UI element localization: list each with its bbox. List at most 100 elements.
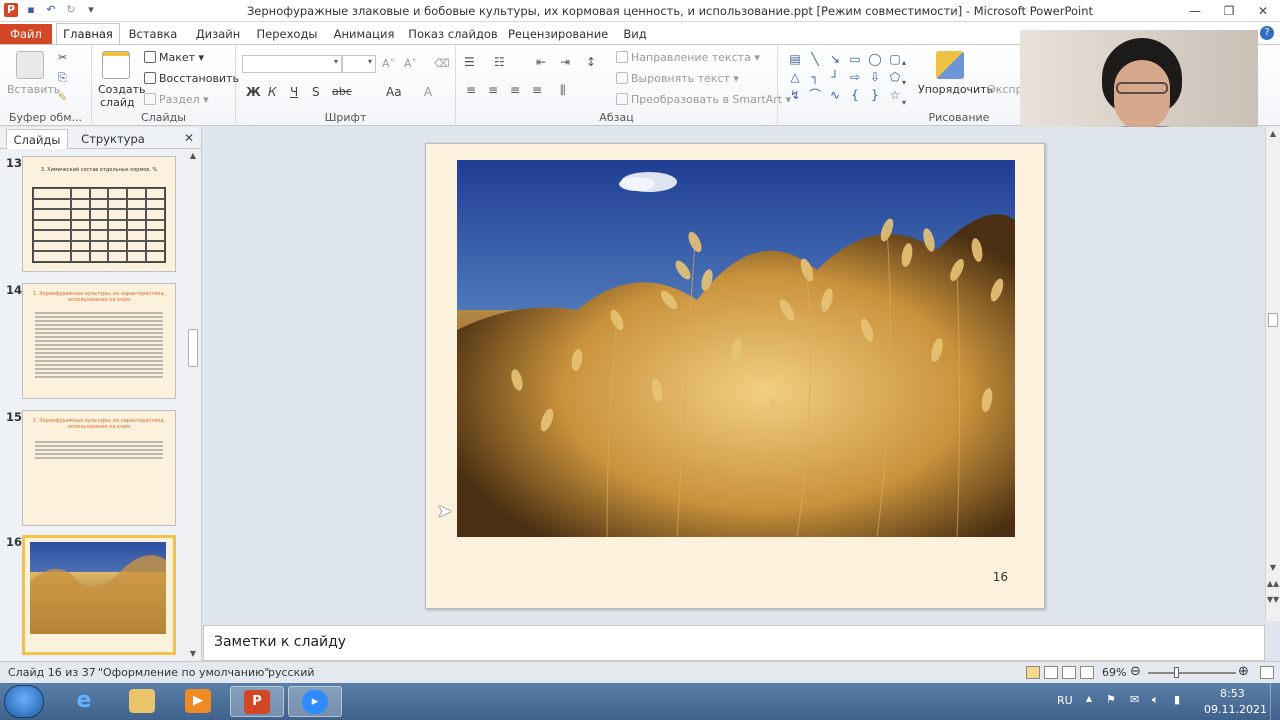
- customize-qat-icon[interactable]: ▾: [84, 3, 98, 17]
- font-name-select[interactable]: ▾: [242, 55, 342, 73]
- clock-time[interactable]: 8:53: [1220, 687, 1245, 700]
- oat-field-photo[interactable]: [457, 160, 1015, 537]
- arrange-icon[interactable]: [936, 51, 964, 79]
- right-arrow-shape-icon[interactable]: ⇨: [846, 69, 864, 85]
- align-right-icon[interactable]: ≡: [510, 83, 520, 97]
- down-arrow-shape-icon[interactable]: ⇩: [866, 69, 884, 85]
- language-indicator[interactable]: русский: [268, 666, 315, 679]
- taskbar-app-file-explorer[interactable]: [116, 686, 170, 717]
- shapes-gallery[interactable]: ▤ ╲ ↘ ▭ ◯ ▢ △ ┐ ┘ ⇨ ⇩ ⬠ ↯ ⌒ ∿{} ☆: [786, 51, 906, 103]
- close-panel-icon[interactable]: ✕: [184, 131, 194, 145]
- slide-thumbnail[interactable]: 1. Зернофуражные культуры, их характерис…: [22, 410, 176, 526]
- section-button[interactable]: Раздел ▾: [144, 93, 209, 106]
- clear-format-icon[interactable]: ⌫: [434, 57, 450, 70]
- new-slide-button[interactable]: Создать: [98, 83, 146, 96]
- new-slide-icon[interactable]: [102, 51, 130, 79]
- minimize-icon[interactable]: —: [1178, 0, 1212, 22]
- slideshow-view-icon[interactable]: [1080, 666, 1094, 679]
- show-desktop-button[interactable]: [1270, 683, 1280, 720]
- normal-view-icon[interactable]: [1026, 666, 1040, 679]
- lightning-shape-icon[interactable]: ↯: [786, 87, 804, 103]
- scroll-up-icon[interactable]: ▲: [186, 149, 200, 163]
- numbering-icon[interactable]: ☷: [494, 55, 505, 69]
- tab-design[interactable]: Дизайн: [190, 24, 246, 44]
- zoom-slider-knob[interactable]: [1174, 667, 1179, 678]
- undo-icon[interactable]: ↶: [44, 3, 58, 17]
- scrollbar-thumb[interactable]: [1268, 313, 1278, 327]
- left-brace-shape-icon[interactable]: {: [846, 87, 864, 103]
- tab-outline[interactable]: Структура: [76, 129, 150, 149]
- tray-volume-icon[interactable]: 🔈︎: [1152, 693, 1159, 707]
- shrink-font-icon[interactable]: A˅: [404, 57, 417, 70]
- new-slide-button-line2[interactable]: слайд: [100, 96, 135, 109]
- grow-font-icon[interactable]: A˄: [382, 57, 395, 70]
- shadow-button[interactable]: S: [312, 85, 320, 99]
- taskbar-app-media-player[interactable]: ▶: [172, 686, 226, 717]
- align-left-icon[interactable]: ≡: [466, 83, 476, 97]
- zoom-slider[interactable]: [1148, 672, 1236, 674]
- tray-signal-icon[interactable]: ▮: [1174, 693, 1180, 706]
- font-color-button[interactable]: А: [424, 85, 432, 99]
- zoom-in-icon[interactable]: ⊕: [1238, 664, 1249, 679]
- format-painter-icon[interactable]: ✎: [58, 91, 67, 104]
- slide-thumbnail-row[interactable]: 14 1. Зернофуражные культуры, их характе…: [0, 283, 186, 401]
- tab-transitions[interactable]: Переходы: [254, 24, 320, 44]
- notes-placeholder[interactable]: Заметки к слайду: [214, 634, 346, 650]
- copy-icon[interactable]: ⎘: [58, 71, 67, 85]
- fit-to-window-icon[interactable]: [1260, 666, 1274, 679]
- tab-home[interactable]: Главная: [56, 23, 120, 45]
- font-name-dropdown-icon[interactable]: ▾: [334, 57, 338, 66]
- font-size-select[interactable]: ▾: [342, 55, 376, 73]
- taskbar-app-internet-explorer[interactable]: e: [58, 686, 112, 717]
- elbow-arrow-shape-icon[interactable]: ┘: [826, 69, 844, 85]
- right-brace-shape-icon[interactable]: }: [866, 87, 884, 103]
- align-text-button[interactable]: Выровнять текст ▾: [616, 72, 739, 85]
- scroll-down-icon[interactable]: ▼: [1266, 563, 1280, 572]
- tab-slideshow[interactable]: Показ слайдов: [408, 24, 498, 44]
- tab-view[interactable]: Вид: [616, 24, 654, 44]
- underline-button[interactable]: Ч: [290, 85, 298, 99]
- slide-thumbnail[interactable]: 3. Химический состав отдельных кормов, %: [22, 156, 176, 272]
- change-case-button[interactable]: Аа: [386, 85, 402, 99]
- scroll-down-icon[interactable]: ▼: [186, 647, 200, 661]
- slide-sorter-view-icon[interactable]: [1044, 666, 1058, 679]
- slide-thumbnail-row-selected[interactable]: 16: [0, 535, 186, 657]
- tab-animation[interactable]: Анимация: [330, 24, 398, 44]
- line-shape-icon[interactable]: ╲: [806, 51, 824, 67]
- save-icon[interactable]: ▪: [24, 3, 38, 17]
- quick-styles-button[interactable]: Экспр: [988, 83, 1023, 96]
- arrow-line-shape-icon[interactable]: ↘: [826, 51, 844, 67]
- help-icon[interactable]: ?: [1260, 26, 1274, 40]
- decrease-indent-icon[interactable]: ⇤: [536, 55, 546, 69]
- zoom-level[interactable]: 69%: [1102, 666, 1126, 679]
- taskbar-app-zoom[interactable]: ▸: [288, 686, 342, 717]
- slide-thumbnail-row[interactable]: 15 1. Зернофуражные культуры, их характе…: [0, 410, 186, 528]
- clock-date[interactable]: 09.11.2021: [1204, 703, 1267, 716]
- scroll-up-icon[interactable]: ▲: [1266, 129, 1280, 138]
- increase-indent-icon[interactable]: ⇥: [560, 55, 570, 69]
- maximize-icon[interactable]: ❐: [1212, 0, 1246, 22]
- tray-expand-icon[interactable]: ▴: [1086, 691, 1092, 705]
- reading-view-icon[interactable]: [1062, 666, 1076, 679]
- slide-editing-area[interactable]: 16 ➤: [203, 127, 1265, 621]
- text-direction-button[interactable]: Направление текста ▾: [616, 51, 760, 64]
- keyboard-language[interactable]: RU: [1057, 694, 1073, 707]
- elbow-connector-shape-icon[interactable]: ┐: [806, 69, 824, 85]
- bold-button[interactable]: Ж: [246, 85, 261, 99]
- slide-thumbnail-selected[interactable]: [22, 535, 176, 655]
- cut-icon[interactable]: ✂: [58, 51, 67, 64]
- next-slide-icon[interactable]: ▼▼: [1266, 595, 1280, 604]
- reset-button[interactable]: Восстановить: [144, 72, 239, 85]
- start-button-icon[interactable]: [4, 685, 44, 718]
- zoom-out-icon[interactable]: ⊖: [1130, 664, 1141, 679]
- tab-slides[interactable]: Слайды: [6, 129, 68, 149]
- scrollbar-thumb[interactable]: [188, 329, 198, 367]
- bullets-icon[interactable]: ☰: [464, 55, 475, 69]
- curve-shape-icon[interactable]: ⌒: [806, 87, 824, 103]
- rectangle-shape-icon[interactable]: ▭: [846, 51, 864, 67]
- workspace-scrollbar[interactable]: ▲ ▼ ▲▲ ▼▼: [1265, 127, 1280, 621]
- slides-panel-scrollbar[interactable]: ▲ ▼: [186, 149, 200, 661]
- triangle-shape-icon[interactable]: △: [786, 69, 804, 85]
- tray-network-icon[interactable]: ⚑: [1106, 693, 1116, 706]
- tray-flag-icon[interactable]: ✉: [1130, 693, 1139, 706]
